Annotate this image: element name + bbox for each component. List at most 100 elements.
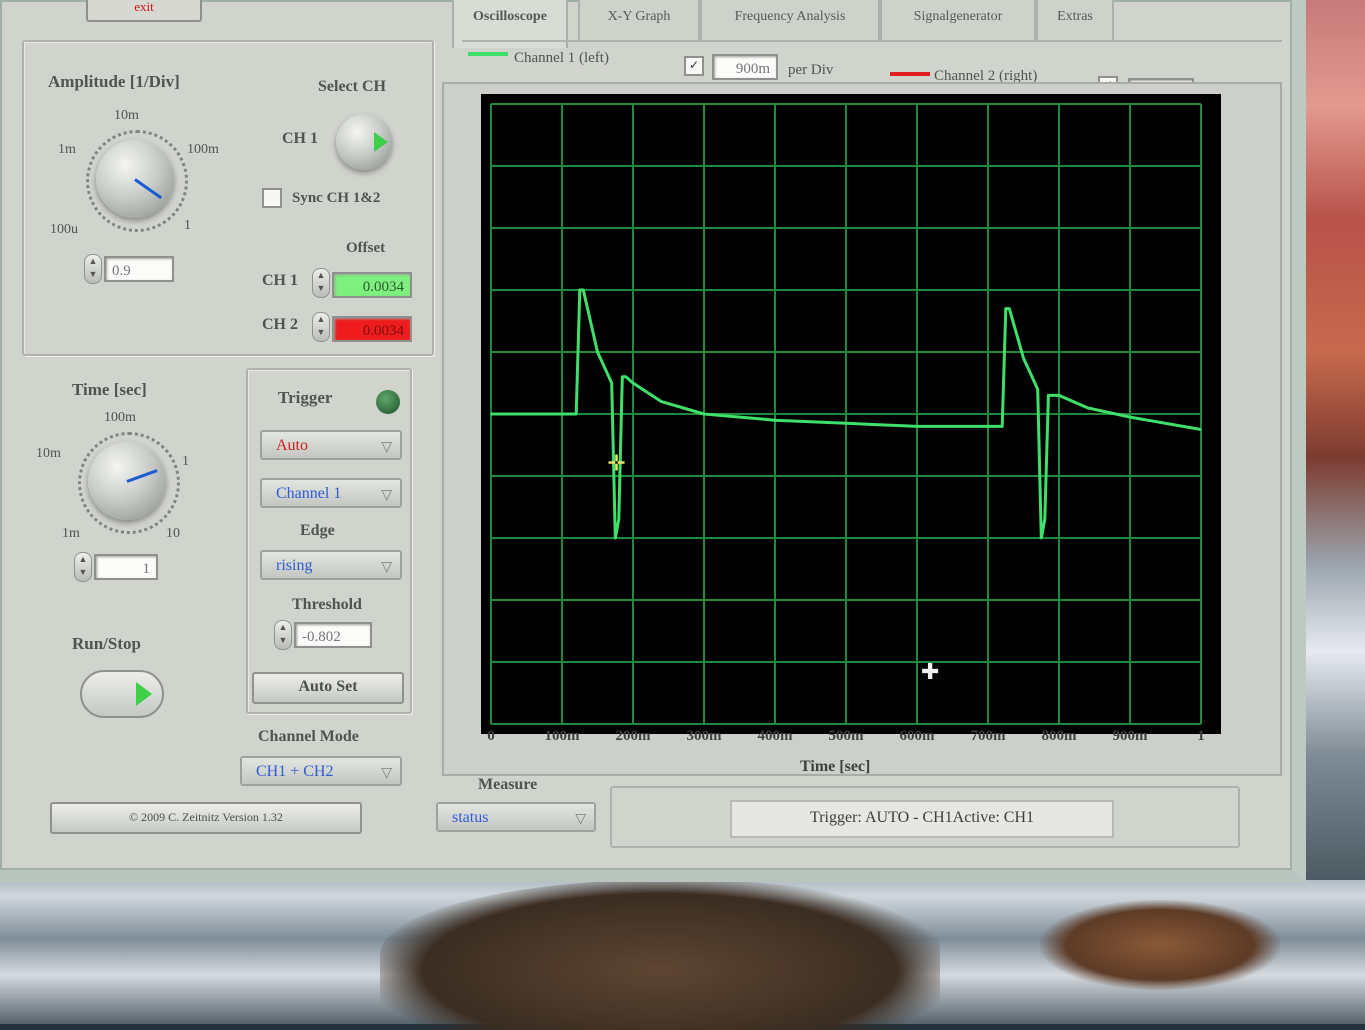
amplitude-scale-100m: 100m [187, 142, 219, 157]
trigger-title: Trigger [278, 388, 333, 407]
offset-ch1-label: CH 1 [262, 272, 298, 289]
amplitude-title: Amplitude [1/Div] [48, 72, 180, 91]
ch1-enable-checkbox[interactable]: ✓ [684, 56, 704, 76]
auto-set-button[interactable]: Auto Set [252, 672, 404, 704]
chevron-down-icon: ▽ [575, 812, 586, 827]
threshold-spinner[interactable]: ▲ ▼ [274, 620, 292, 650]
trigger-led-indicator [376, 390, 400, 414]
ch1-legend-swatch [468, 52, 508, 56]
amplitude-value-field[interactable]: 0.9 [104, 256, 174, 282]
threshold-title: Threshold [292, 596, 362, 613]
time-scale-10: 10 [166, 526, 180, 541]
select-ch-toggle[interactable] [336, 114, 392, 170]
trace-point [1051, 394, 1053, 397]
tab-extras[interactable]: Extras [1036, 0, 1114, 42]
trace-point [575, 413, 577, 415]
trace-point [1008, 307, 1011, 310]
trace-point [614, 537, 617, 539]
measure-dropdown[interactable]: status ▽ [436, 802, 596, 832]
status-text: Trigger: AUTO - CH1Active: CH1 [730, 800, 1114, 838]
ch1-legend-label: Channel 1 (left) [514, 50, 609, 66]
x-tick-label: 0 [487, 728, 495, 744]
time-spinner[interactable]: ▲ ▼ [74, 552, 92, 582]
trace-point [578, 289, 581, 291]
ch2-legend-swatch [890, 72, 930, 76]
mouse-cursor-icon: ✚ [921, 660, 939, 685]
sync-ch-checkbox[interactable] [262, 188, 282, 208]
chevron-down-icon: ▽ [381, 560, 392, 575]
trace-point [1044, 518, 1046, 521]
x-tick-label: 200m [615, 728, 651, 744]
scope-plot-area[interactable]: ✛ ✚ [481, 94, 1221, 734]
channel-mode-dropdown[interactable]: CH1 + CH2 ▽ [240, 756, 402, 786]
trace-point [1004, 307, 1007, 310]
x-axis-label: Time [sec] [800, 758, 871, 775]
threshold-field[interactable]: -0.802 [294, 622, 372, 648]
x-tick-label: 700m [970, 728, 1006, 744]
amplitude-knob[interactable] [96, 140, 174, 218]
trace-point [1047, 394, 1050, 397]
trace-point [610, 382, 613, 384]
trigger-panel: Trigger Auto ▽ Channel 1 ▽ Edge rising ▽ Th… [246, 368, 412, 714]
time-scale-1m: 1m [62, 526, 80, 541]
x-tick-label: 300m [686, 728, 722, 744]
offset-ch2-label: CH 2 [262, 316, 298, 333]
trace-point [632, 382, 634, 384]
ch1-per-div-field[interactable]: 900m [712, 54, 778, 80]
tab-frequency-analysis[interactable]: Frequency Analysis [700, 0, 880, 42]
trace-point [1022, 357, 1025, 360]
offset-title: Offset [346, 240, 386, 256]
trace-point [660, 400, 663, 403]
trace-point [618, 518, 620, 521]
trace-point [625, 376, 627, 378]
legend-bar: Channel 1 (left) ✓ 900m per Div Channel … [462, 40, 1282, 96]
trigger-edge-dropdown[interactable]: rising ▽ [260, 550, 402, 580]
x-tick-label: 1 [1197, 728, 1205, 744]
run-stop-button[interactable] [80, 670, 164, 718]
offset-ch1-spinner[interactable]: ▲ ▼ [312, 268, 330, 298]
x-tick-label: 500m [828, 728, 864, 744]
amplitude-scale-10m: 10m [114, 108, 139, 123]
offset-ch2-field[interactable]: 0.0034 [332, 316, 412, 342]
chevron-down-icon: ▽ [381, 440, 392, 455]
measure-title: Measure [478, 776, 538, 793]
channel-mode-title: Channel Mode [258, 728, 359, 745]
time-value-field[interactable]: 1 [94, 554, 158, 580]
sync-ch-label: Sync CH 1&2 [292, 190, 381, 206]
select-ch-title: Select CH [318, 78, 386, 95]
x-tick-label: 400m [757, 728, 793, 744]
amplitude-spinner[interactable]: ▲ ▼ [84, 254, 102, 284]
time-knob-needle [126, 469, 158, 483]
select-ch1-label: CH 1 [282, 130, 318, 147]
offset-ch2-spinner[interactable]: ▲ ▼ [312, 312, 330, 342]
desktop-wallpaper-rock [380, 880, 940, 1030]
offset-ch1-field[interactable]: 0.0034 [332, 272, 412, 298]
trace-point [621, 376, 624, 378]
trace-point [916, 425, 918, 428]
chevron-down-icon: ▽ [381, 766, 392, 781]
trace-point [1086, 407, 1089, 409]
oscilloscope-window: exit Amplitude [1/Div] 10m 1m 100m 100u … [0, 0, 1306, 882]
time-scale-10m: 10m [36, 446, 61, 461]
trace-point [1036, 388, 1039, 391]
trace-point [774, 419, 776, 422]
trigger-mode-dropdown[interactable]: Auto ▽ [260, 430, 402, 460]
run-stop-title: Run/Stop [72, 634, 141, 653]
x-tick-label: 900m [1112, 728, 1148, 744]
amplitude-panel: Amplitude [1/Div] 10m 1m 100m 100u 1 ▲ ▼ … [22, 40, 434, 356]
trigger-channel-dropdown[interactable]: Channel 1 ▽ [260, 478, 402, 508]
exit-button[interactable]: exit [86, 0, 202, 22]
trace-point [1129, 416, 1131, 418]
x-tick-label: 100m [544, 728, 580, 744]
trigger-mode-value: Auto [276, 437, 308, 454]
tab-signalgenerator[interactable]: Signalgenerator [880, 0, 1036, 42]
trigger-marker-icon[interactable]: ✛ [607, 452, 625, 477]
desktop-wallpaper-rock-small [1040, 900, 1280, 990]
tab-xy-graph[interactable]: X-Y Graph [578, 0, 700, 42]
time-knob[interactable] [88, 442, 166, 520]
time-scale-1: 1 [182, 454, 189, 469]
edge-title: Edge [300, 522, 335, 539]
x-tick-label: 800m [1041, 728, 1077, 744]
play-icon [136, 682, 152, 706]
amplitude-scale-1m: 1m [58, 142, 76, 157]
